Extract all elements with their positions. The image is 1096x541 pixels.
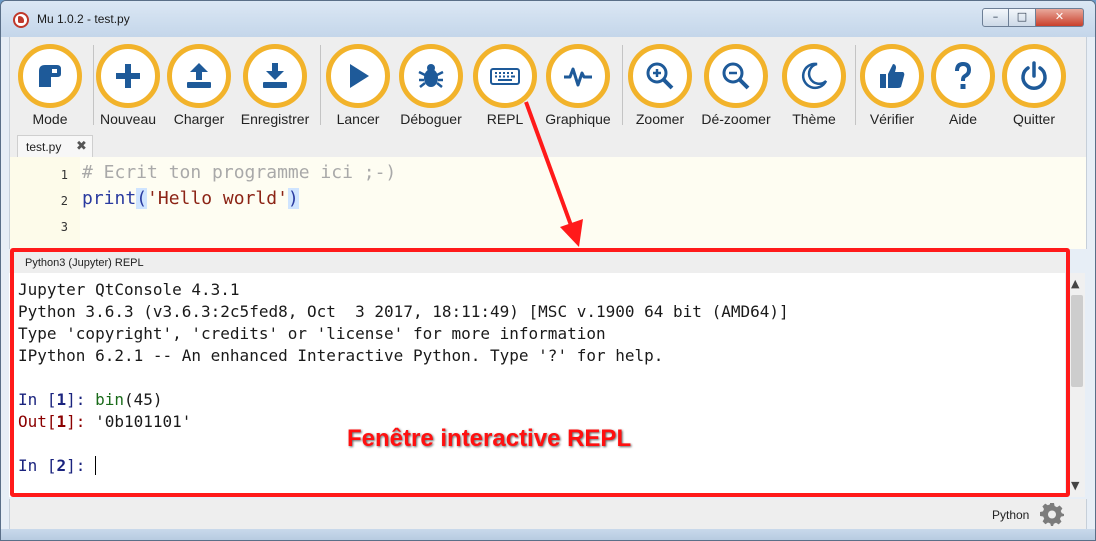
zoom-in-icon xyxy=(646,62,674,90)
keyboard-icon xyxy=(490,68,520,85)
scroll-thumb[interactable] xyxy=(1071,295,1083,387)
repl-annotation: Fenêtre interactive REPL xyxy=(347,425,632,452)
question-icon xyxy=(955,61,972,89)
code-line-2: print('Hello world') xyxy=(82,188,299,209)
theme-button[interactable]: Thème xyxy=(774,44,854,132)
status-bar: Python xyxy=(9,499,1087,529)
close-window-button[interactable]: ✕ xyxy=(1036,8,1084,27)
quit-button[interactable]: Quitter xyxy=(994,44,1074,132)
zoom-out-icon xyxy=(722,62,750,90)
code-string: 'Hello world' xyxy=(147,188,288,209)
save-button[interactable]: Enregistrer xyxy=(235,44,315,132)
code-open-paren: ( xyxy=(136,188,148,209)
plotter-button[interactable]: Graphique xyxy=(538,44,618,132)
mode-button[interactable]: Mode xyxy=(10,44,90,132)
plotter-icon xyxy=(564,67,592,87)
code-print-keyword: print xyxy=(82,188,137,209)
title-bar[interactable]: Mu 1.0.2 - test.py – □ ✕ xyxy=(1,1,1095,37)
upload-icon xyxy=(187,63,211,88)
power-icon xyxy=(1021,61,1047,90)
tab-test-py[interactable]: test.py ✖ xyxy=(17,135,93,157)
thumbs-up-icon xyxy=(880,64,905,88)
toolbar: Mode Nouveau Charger Enregistrer Lancer … xyxy=(9,37,1087,133)
line-number: 3 xyxy=(60,220,68,234)
tab-bar: test.py ✖ xyxy=(9,133,1087,157)
code-close-paren: ) xyxy=(287,188,299,209)
line-number: 1 xyxy=(60,168,68,182)
line-number: 2 xyxy=(60,194,68,208)
scroll-down-icon[interactable]: ▼ xyxy=(1071,479,1079,492)
gear-icon[interactable] xyxy=(1040,502,1064,526)
tab-close-icon[interactable]: ✖ xyxy=(76,138,87,154)
plus-icon xyxy=(116,64,140,88)
line-number-gutter: 1 2 3 xyxy=(10,157,80,249)
bug-icon xyxy=(418,64,444,88)
play-icon xyxy=(350,64,369,88)
window-bottom-frame xyxy=(1,529,1095,540)
maximize-button[interactable]: □ xyxy=(1009,8,1036,27)
mode-indicator: Python xyxy=(992,508,1030,522)
tab-label: test.py xyxy=(26,140,62,154)
minimize-button[interactable]: – xyxy=(982,8,1009,27)
mu-window: Mu 1.0.2 - test.py – □ ✕ Mode Nouveau Ch… xyxy=(0,0,1096,541)
zoom-out-button[interactable]: Dé-zoomer xyxy=(696,44,776,132)
window-title: Mu 1.0.2 - test.py xyxy=(37,12,130,26)
code-editor[interactable]: 1 2 3 # Ecrit ton programme ici ;-) prin… xyxy=(9,157,1087,249)
moon-icon xyxy=(801,62,828,90)
download-icon xyxy=(263,63,287,88)
scroll-up-icon[interactable]: ▲ xyxy=(1071,277,1079,290)
save-label: Enregistrer xyxy=(240,111,310,127)
mode-icon xyxy=(39,65,61,87)
code-line-1: # Ecrit ton programme ici ;-) xyxy=(82,162,397,183)
mu-logo-icon xyxy=(13,12,29,28)
quit-label: Quitter xyxy=(1012,111,1055,127)
repl-highlight-frame xyxy=(10,248,1070,497)
